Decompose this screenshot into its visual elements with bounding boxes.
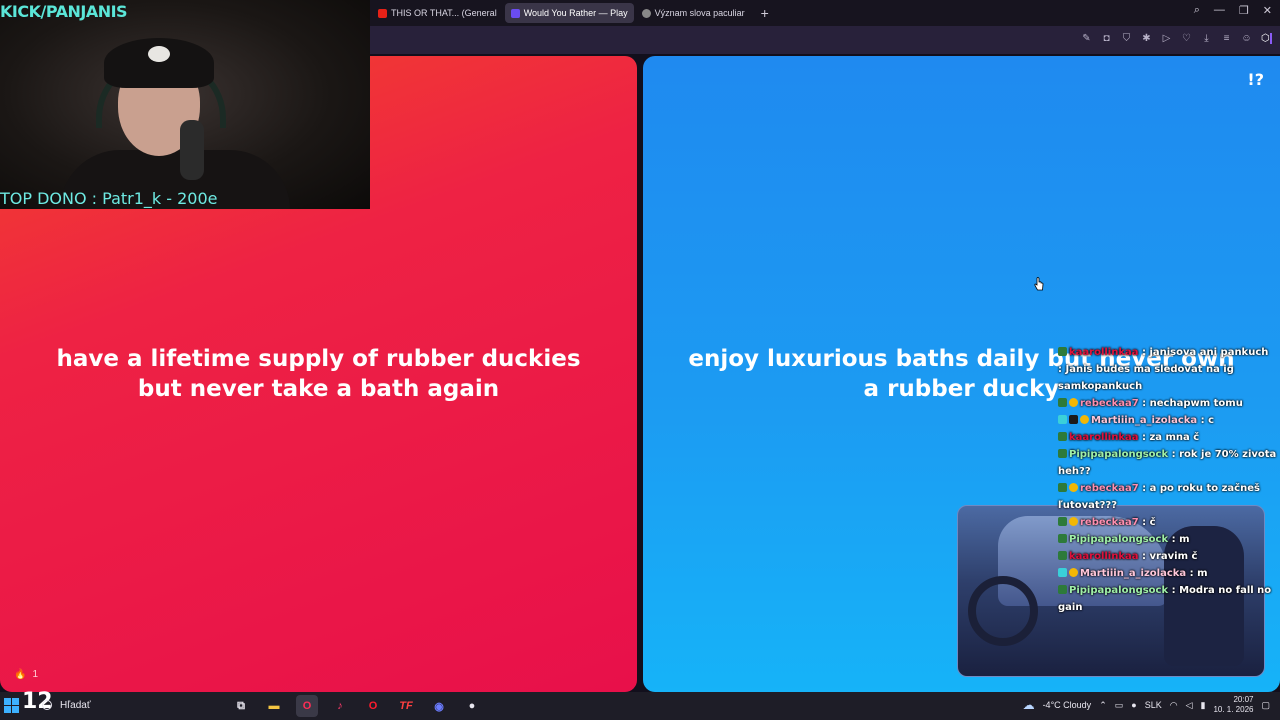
site-logo: !? [1247, 70, 1264, 89]
new-tab-button[interactable]: + [753, 5, 777, 21]
edit-icon[interactable]: ✎ [1081, 33, 1092, 44]
wifi-icon[interactable]: ◠ [1170, 700, 1178, 711]
stream-chat: kaarollinkaa : janisova ani pankuch : Ja… [1058, 344, 1280, 616]
play-icon[interactable]: ▷ [1161, 33, 1172, 44]
system-tray: ☁ -4°C Cloudy ⌃ ▭ ● SLK ◠ ◁ ▮ 20:07 10. … [1023, 695, 1270, 715]
cube-icon[interactable]: ⬡ [1261, 33, 1272, 44]
cloud-icon: ☁ [1022, 698, 1035, 712]
chevron-up-icon[interactable]: ⌃ [1099, 700, 1107, 711]
steering-wheel [968, 576, 1038, 646]
wyr-icon [510, 8, 520, 18]
tab-would-you-rather[interactable]: Would You Rather — Play [504, 3, 634, 23]
tab-label: Would You Rather — Play [523, 8, 628, 18]
chat-message: kaarollinkaa : vravim č [1058, 548, 1280, 565]
youtube-icon [378, 8, 387, 18]
shield-icon[interactable]: ⛉ [1121, 33, 1132, 44]
opera-icon[interactable]: O [362, 695, 384, 717]
discord-icon[interactable]: ◉ [428, 695, 450, 717]
tab-vyznam-slova[interactable]: Význam slova paculiar [636, 3, 751, 23]
notification-icon[interactable]: ▢ [1261, 700, 1270, 711]
taskbar-apps: ⧉ ▬ O ♪ O TF ◉ ● [230, 695, 483, 717]
battery-icon[interactable]: ▮ [1200, 700, 1205, 711]
search-icon[interactable] [42, 700, 52, 710]
chat-message: Pipipapalongsock : Modra no fall no gain [1058, 585, 1272, 613]
chat-message: rebeckaa7 : nechapwm tomu [1058, 395, 1280, 412]
extension-icon[interactable]: ✱ [1141, 33, 1152, 44]
menu-icon[interactable]: ≡ [1221, 33, 1232, 44]
chat-message: Pipipapalongsock : rok je 70% zivota heh… [1058, 449, 1277, 477]
tiktok-icon[interactable]: ♪ [329, 695, 351, 717]
volume-icon[interactable]: ◁ [1186, 700, 1193, 711]
close-button[interactable]: ✕ [1263, 4, 1272, 17]
clock-time: 20:07 [1233, 695, 1254, 704]
chat-message: rebeckaa7 : č [1058, 514, 1280, 531]
channel-name: KICK/PANJANIS [0, 2, 128, 21]
file-explorer-icon[interactable]: ▬ [263, 695, 285, 717]
network-icon[interactable]: ▭ [1115, 700, 1124, 711]
language-indicator[interactable]: SLK [1145, 700, 1162, 710]
tf-app-icon[interactable]: TF [395, 695, 417, 717]
microphone [180, 120, 204, 180]
mic-icon[interactable]: ● [1131, 700, 1136, 710]
tab-label: Význam slova paculiar [654, 8, 745, 18]
profile-icon[interactable]: ☺ [1241, 33, 1252, 44]
webcam-overlay: KICK/PANJANIS TOP DONO : Patr1_k - 200e [0, 0, 370, 209]
download-icon[interactable]: ⤓ [1201, 33, 1212, 44]
option-a-text: have a lifetime supply of rubber duckies… [56, 346, 581, 402]
search-tabs-icon[interactable]: ⌕ [1194, 4, 1200, 17]
hand-cursor-icon [1034, 277, 1044, 291]
fire-icon: 🔥 [14, 669, 27, 680]
taskbar-search[interactable]: Hľadať [60, 700, 91, 711]
tab-label: THIS OR THAT... (General [391, 8, 497, 18]
window-controls: ⌕ — ❐ ✕ [1194, 4, 1272, 17]
clock-date: 10. 1. 2026 [1213, 705, 1254, 714]
windows-start-icon[interactable] [4, 698, 20, 714]
camera-icon[interactable]: ◘ [1101, 33, 1112, 44]
browser-toolbar: ✎ ◘ ⛉ ✱ ▷ ♡ ⤓ ≡ ☺ ⬡ [370, 26, 1280, 54]
top-donation: TOP DONO : Patr1_k - 200e [0, 189, 218, 208]
tab-strip: THIS OR THAT... (General Would You Rathe… [372, 2, 777, 24]
toolbar-icons: ✎ ◘ ⛉ ✱ ▷ ♡ ⤓ ≡ ☺ ⬡ [1081, 33, 1272, 44]
chat-message: rebeckaa7 : a po roku to začneš ľutovat?… [1058, 483, 1260, 511]
minimize-button[interactable]: — [1214, 4, 1225, 17]
chat-message: : Janis budes ma sledovat na ig samkopan… [1058, 364, 1234, 392]
likes-counter: 🔥 1 [14, 669, 38, 680]
chat-message: kaarollinkaa : janisova ani pankuch [1058, 344, 1280, 361]
chat-message: Pipipapalongsock : m [1058, 531, 1280, 548]
restore-button[interactable]: ❐ [1239, 4, 1249, 17]
task-view-icon[interactable]: ⧉ [230, 695, 252, 717]
chat-message: Martiiin_a_izolacka : m [1058, 565, 1280, 582]
obs-icon[interactable]: ● [461, 695, 483, 717]
opera-gx-icon[interactable]: O [296, 695, 318, 717]
chat-message: kaarollinkaa : za mna č [1058, 429, 1280, 446]
globe-icon [641, 8, 651, 18]
tab-this-or-that[interactable]: THIS OR THAT... (General [372, 3, 503, 23]
chat-message: Martiiin_a_izolacka : c [1058, 412, 1280, 429]
heart-icon[interactable]: ♡ [1181, 33, 1192, 44]
cap-skull-logo [148, 46, 170, 62]
clock[interactable]: 20:07 10. 1. 2026 [1213, 695, 1253, 715]
likes-count: 1 [32, 669, 39, 680]
weather-text[interactable]: -4°C Cloudy [1043, 700, 1092, 710]
